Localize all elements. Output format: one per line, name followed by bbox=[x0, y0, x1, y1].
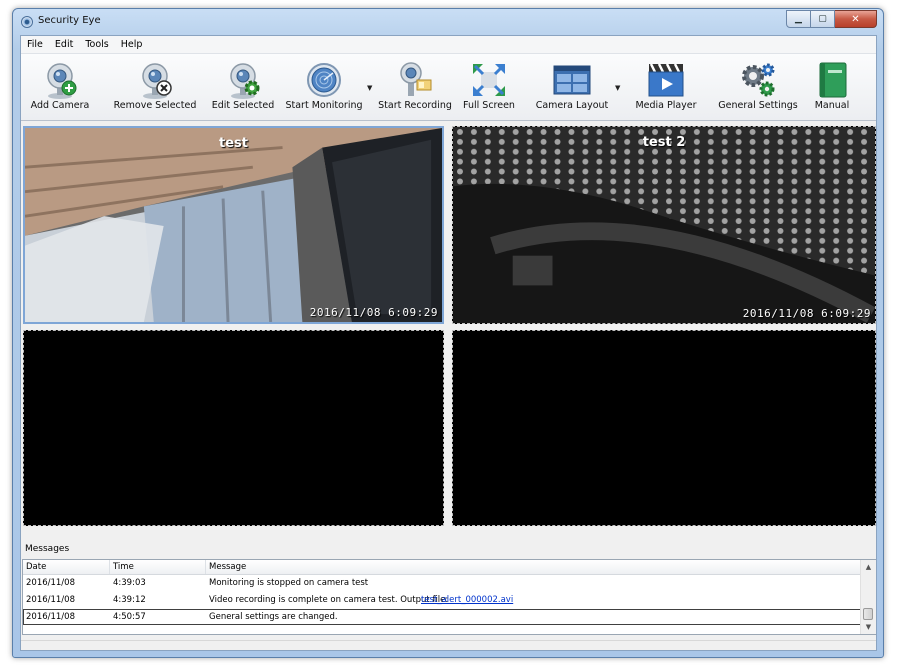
app-eye-icon bbox=[21, 16, 33, 28]
recording-camera-icon bbox=[400, 62, 432, 96]
camera-timestamp: 2016/11/08 6:09:29 bbox=[309, 306, 438, 319]
row-time: 4:50:57 bbox=[113, 612, 146, 622]
messages-panel: Messages Date Time Message 2016/11/08 4:… bbox=[21, 542, 876, 650]
full-screen-icon bbox=[473, 64, 505, 96]
menu-edit[interactable]: Edit bbox=[49, 36, 79, 53]
menu-file[interactable]: File bbox=[21, 36, 49, 53]
messages-list[interactable]: Date Time Message 2016/11/08 4:39:03 Mon… bbox=[22, 559, 876, 635]
layout-grid-icon bbox=[553, 65, 591, 95]
column-time[interactable]: Time bbox=[110, 560, 206, 574]
row-time: 4:39:12 bbox=[113, 595, 146, 605]
row-date: 2016/11/08 bbox=[26, 595, 75, 605]
remove-selected-button[interactable]: Remove Selected bbox=[113, 54, 197, 120]
table-row[interactable]: 2016/11/08 4:39:12 Video recording is co… bbox=[23, 592, 862, 608]
manual-button[interactable]: Manual bbox=[807, 54, 857, 120]
remove-selected-label: Remove Selected bbox=[113, 100, 197, 111]
camera-view-empty[interactable] bbox=[452, 330, 876, 526]
scroll-down-arrow[interactable]: ▼ bbox=[861, 620, 876, 634]
webcam-add-icon bbox=[47, 63, 77, 99]
radar-icon bbox=[307, 63, 341, 97]
menu-tools[interactable]: Tools bbox=[79, 36, 114, 53]
start-recording-button[interactable]: Start Recording bbox=[377, 54, 453, 120]
close-button[interactable]: ✕ bbox=[835, 10, 877, 28]
camera-timestamp: 2016/11/08 6:09:29 bbox=[742, 307, 871, 320]
scroll-up-arrow[interactable]: ▲ bbox=[861, 560, 876, 574]
messages-scrollbar[interactable]: ▲ ▼ bbox=[860, 560, 876, 634]
full-screen-button[interactable]: Full Screen bbox=[461, 54, 517, 120]
app-window: Security Eye ▁ ▢ ✕ File Edit Tools Help bbox=[12, 8, 884, 658]
start-monitoring-button[interactable]: Start Monitoring bbox=[285, 54, 363, 120]
window-controls: ▁ ▢ ✕ bbox=[786, 10, 877, 28]
row-date: 2016/11/08 bbox=[26, 578, 75, 588]
general-settings-label: General Settings bbox=[718, 100, 798, 111]
row-message: General settings are changed. bbox=[209, 612, 338, 622]
toolbar: Add Camera Remove Selected Edit Selected… bbox=[21, 53, 876, 121]
edit-selected-label: Edit Selected bbox=[211, 100, 275, 111]
table-row[interactable]: 2016/11/08 4:50:57 General settings are … bbox=[23, 609, 862, 625]
camera-views: test 2016/11/08 6:09:29 test 2 2016/11/0… bbox=[21, 122, 876, 534]
layout-dropdown-arrow[interactable]: ▼ bbox=[615, 84, 623, 92]
row-time: 4:39:03 bbox=[113, 578, 146, 588]
row-date: 2016/11/08 bbox=[26, 612, 75, 622]
add-camera-label: Add Camera bbox=[30, 100, 90, 111]
add-camera-button[interactable]: Add Camera bbox=[25, 54, 95, 120]
edit-selected-button[interactable]: Edit Selected bbox=[207, 54, 279, 120]
scroll-thumb[interactable] bbox=[863, 608, 873, 620]
messages-title: Messages bbox=[25, 544, 70, 554]
camera-title: test bbox=[219, 136, 248, 151]
camera-layout-button[interactable]: Camera Layout bbox=[535, 54, 609, 120]
general-settings-button[interactable]: General Settings bbox=[715, 54, 801, 120]
status-bar bbox=[21, 640, 876, 650]
row-message: Monitoring is stopped on camera test bbox=[209, 578, 369, 588]
camera-view-test[interactable]: test 2016/11/08 6:09:29 bbox=[23, 126, 444, 324]
menu-bar: File Edit Tools Help bbox=[21, 36, 876, 53]
title-bar[interactable]: Security Eye ▁ ▢ ✕ bbox=[13, 9, 883, 35]
webcam-edit-icon bbox=[230, 63, 260, 99]
full-screen-label: Full Screen bbox=[463, 100, 515, 111]
start-monitoring-label: Start Monitoring bbox=[285, 100, 363, 111]
output-file-link[interactable]: test_alert_000002.avi bbox=[418, 592, 513, 608]
camera-feed-image bbox=[453, 127, 875, 323]
camera-view-test-2[interactable]: test 2 2016/11/08 6:09:29 bbox=[452, 126, 876, 324]
manual-book-icon bbox=[819, 62, 847, 98]
minimize-button[interactable]: ▁ bbox=[786, 10, 811, 28]
camera-feed-image bbox=[25, 128, 442, 322]
gears-icon bbox=[742, 63, 775, 97]
clapperboard-icon bbox=[648, 63, 684, 97]
column-date[interactable]: Date bbox=[23, 560, 110, 574]
row-message: Video recording is complete on camera te… bbox=[209, 595, 449, 605]
client-area: File Edit Tools Help Add Camera Remove S… bbox=[20, 35, 877, 651]
manual-label: Manual bbox=[814, 100, 850, 111]
maximize-button[interactable]: ▢ bbox=[811, 10, 835, 28]
messages-header: Date Time Message bbox=[23, 560, 862, 575]
menu-help[interactable]: Help bbox=[115, 36, 149, 53]
window-title: Security Eye bbox=[38, 15, 101, 26]
camera-title: test 2 bbox=[642, 135, 686, 150]
camera-layout-label: Camera Layout bbox=[535, 100, 609, 111]
media-player-label: Media Player bbox=[635, 100, 697, 111]
camera-view-empty[interactable] bbox=[23, 330, 444, 526]
start-recording-label: Start Recording bbox=[378, 100, 452, 111]
webcam-remove-icon bbox=[142, 63, 172, 99]
media-player-button[interactable]: Media Player bbox=[631, 54, 701, 120]
table-row[interactable]: 2016/11/08 4:39:03 Monitoring is stopped… bbox=[23, 575, 862, 591]
column-message[interactable]: Message bbox=[206, 560, 862, 574]
monitoring-dropdown-arrow[interactable]: ▼ bbox=[367, 84, 375, 92]
